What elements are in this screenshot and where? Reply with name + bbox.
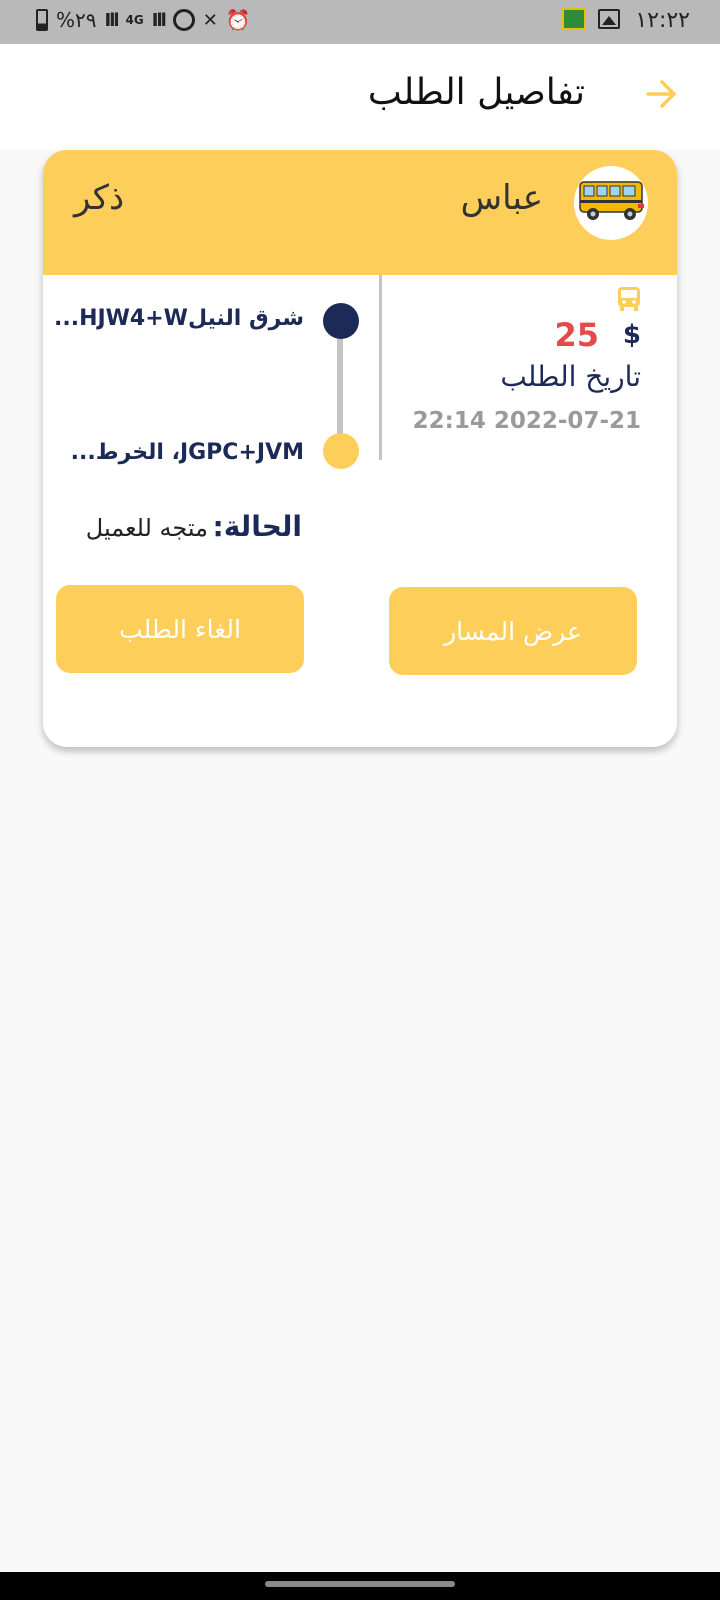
- signal-icon: Ill: [104, 9, 120, 31]
- alarm-icon: ⏰: [225, 8, 251, 32]
- mute-vibrate-icon: ✕: [202, 9, 218, 31]
- app-header: تفاصيل الطلب: [0, 44, 720, 150]
- order-date-value: 22:14 2022-07-21: [412, 408, 641, 434]
- network-type: 4G: [125, 13, 144, 27]
- dropoff-address: JGPC+JVM، الخرط...: [70, 440, 304, 465]
- school-bus-icon: [579, 181, 644, 220]
- status-left-icons: %٢٩ Ill 4G Ill ✕ ⏰: [36, 8, 251, 32]
- image-icon: [598, 9, 620, 29]
- bus-icon: [618, 287, 640, 311]
- battery-percent: %٢٩: [56, 8, 97, 32]
- view-route-button[interactable]: عرض المسار: [389, 587, 637, 675]
- hotspot-icon: [172, 9, 195, 31]
- avatar: [574, 166, 648, 240]
- status-bar: %٢٩ Ill 4G Ill ✕ ⏰ ١٢:٢٢: [0, 0, 720, 44]
- order-price: 25: [554, 316, 599, 354]
- dropoff-dot: [323, 433, 359, 469]
- card-header: عباس ذكر: [43, 150, 677, 275]
- cancel-order-button[interactable]: الغاء الطلب: [56, 585, 304, 673]
- arrow-right-icon: [646, 80, 676, 108]
- status-value: متجه للعميل: [85, 514, 208, 542]
- pickup-address: شرق النيلHJW4+W...: [53, 306, 304, 331]
- status-label: الحالة:: [212, 510, 303, 543]
- status-right-icons: [562, 8, 620, 30]
- driver-gender: ذكر: [74, 178, 125, 218]
- back-button[interactable]: [642, 74, 682, 114]
- home-handle[interactable]: [265, 1581, 455, 1587]
- currency-symbol: $: [622, 320, 641, 350]
- battery-icon: [36, 9, 48, 31]
- pickup-dot: [323, 303, 359, 339]
- order-card: عباس ذكر شرق النيلHJW4+W... JGPC+JVM، ال…: [43, 150, 677, 747]
- vertical-divider: [379, 275, 382, 460]
- book-app-icon: [562, 8, 586, 30]
- page-title: تفاصيل الطلب: [367, 72, 585, 113]
- status-time: ١٢:٢٢: [635, 8, 690, 33]
- route-line: [337, 322, 343, 448]
- order-date-label: تاريخ الطلب: [500, 360, 641, 393]
- driver-name: عباس: [460, 178, 543, 218]
- system-nav-bar: [0, 1572, 720, 1600]
- signal-icon-2: Ill: [151, 9, 167, 31]
